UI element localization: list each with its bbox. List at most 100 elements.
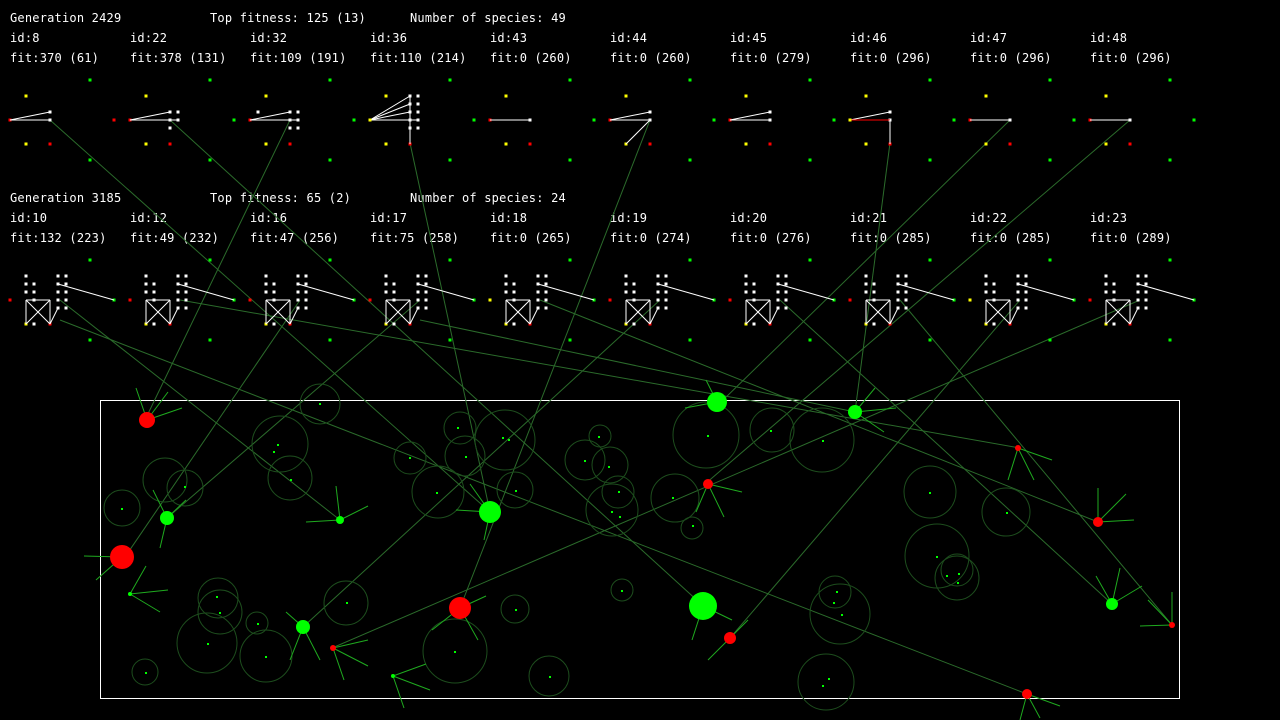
network-node	[872, 322, 876, 326]
network-node	[904, 290, 908, 294]
network-node	[544, 282, 548, 286]
network-node	[504, 274, 508, 278]
network-connection	[369, 103, 411, 121]
network-node	[656, 290, 660, 294]
network-node	[544, 290, 548, 294]
network-connection	[129, 111, 171, 121]
output-node	[1168, 78, 1172, 82]
network-connection	[49, 307, 59, 325]
network-node	[368, 118, 372, 122]
output-node	[448, 338, 452, 342]
network-node	[416, 110, 420, 114]
sensor-node	[984, 142, 988, 146]
green-agent	[160, 511, 174, 525]
network-node	[744, 282, 748, 286]
network-node	[776, 274, 780, 278]
sensor-node	[264, 94, 268, 98]
network-node	[544, 298, 548, 302]
network-node	[744, 290, 748, 294]
network-node	[416, 290, 420, 294]
sensor-node	[48, 142, 52, 146]
red-agent	[449, 597, 471, 619]
network-connection	[1129, 307, 1139, 325]
network-node	[752, 290, 756, 294]
network-connection	[249, 111, 291, 121]
output-node	[928, 78, 932, 82]
red-agent	[1093, 517, 1103, 527]
network-node	[256, 110, 260, 114]
output-node	[568, 78, 572, 82]
network-node	[656, 274, 660, 278]
network-node	[272, 282, 276, 286]
output-node	[88, 338, 92, 342]
network-connection	[529, 307, 539, 325]
network-node	[416, 298, 420, 302]
output-node	[208, 158, 212, 162]
network-node	[1144, 298, 1148, 302]
network-node	[784, 274, 788, 278]
network-node	[1016, 298, 1020, 302]
sensor-node	[1128, 142, 1132, 146]
network-connection	[609, 111, 651, 121]
green-agent	[689, 592, 717, 620]
output-node	[448, 158, 452, 162]
network-node	[1144, 306, 1148, 310]
network-node	[184, 298, 188, 302]
network-node	[864, 274, 868, 278]
output-node	[928, 258, 932, 262]
output-node	[1168, 338, 1172, 342]
input-node	[848, 298, 852, 302]
sensor-node	[24, 94, 28, 98]
output-node	[688, 258, 692, 262]
network-node	[984, 290, 988, 294]
network-node	[1144, 274, 1148, 278]
network-node	[24, 290, 28, 294]
network-node	[32, 322, 36, 326]
network-node	[896, 298, 900, 302]
output-node	[568, 338, 572, 342]
output-node	[712, 118, 716, 122]
simulation-canvas	[8, 78, 1196, 720]
network-node	[784, 306, 788, 310]
network-node	[64, 282, 68, 286]
network-node	[32, 282, 36, 286]
network-node	[904, 298, 908, 302]
output-node	[328, 338, 332, 342]
network-node	[392, 282, 396, 286]
network-node	[984, 282, 988, 286]
green-agent	[296, 620, 310, 634]
network-node	[624, 274, 628, 278]
sensor-node	[864, 142, 868, 146]
network-node	[152, 282, 156, 286]
network-node	[512, 290, 516, 294]
network-node	[184, 274, 188, 278]
network-node	[1024, 290, 1028, 294]
network-node	[416, 126, 420, 130]
output-node	[928, 338, 932, 342]
red-agent	[703, 479, 713, 489]
network-node	[144, 274, 148, 278]
network-connection	[849, 111, 891, 121]
network-node	[752, 282, 756, 286]
network-node	[1144, 290, 1148, 294]
network-node	[144, 282, 148, 286]
network-node	[784, 298, 788, 302]
network-node	[1016, 274, 1020, 278]
network-node	[264, 274, 268, 278]
sensor-node	[624, 94, 628, 98]
network-node	[1112, 290, 1116, 294]
output-node	[88, 78, 92, 82]
network-node	[56, 290, 60, 294]
network-node	[176, 298, 180, 302]
network-node	[664, 306, 668, 310]
network-node	[544, 274, 548, 278]
network-connection	[169, 307, 179, 325]
green-agent	[848, 405, 862, 419]
sensor-node	[1104, 142, 1108, 146]
input-node	[248, 298, 252, 302]
network-node	[304, 274, 308, 278]
network-node	[536, 274, 540, 278]
output-node	[1048, 158, 1052, 162]
network-node	[264, 290, 268, 294]
genome-networks	[8, 78, 1196, 342]
